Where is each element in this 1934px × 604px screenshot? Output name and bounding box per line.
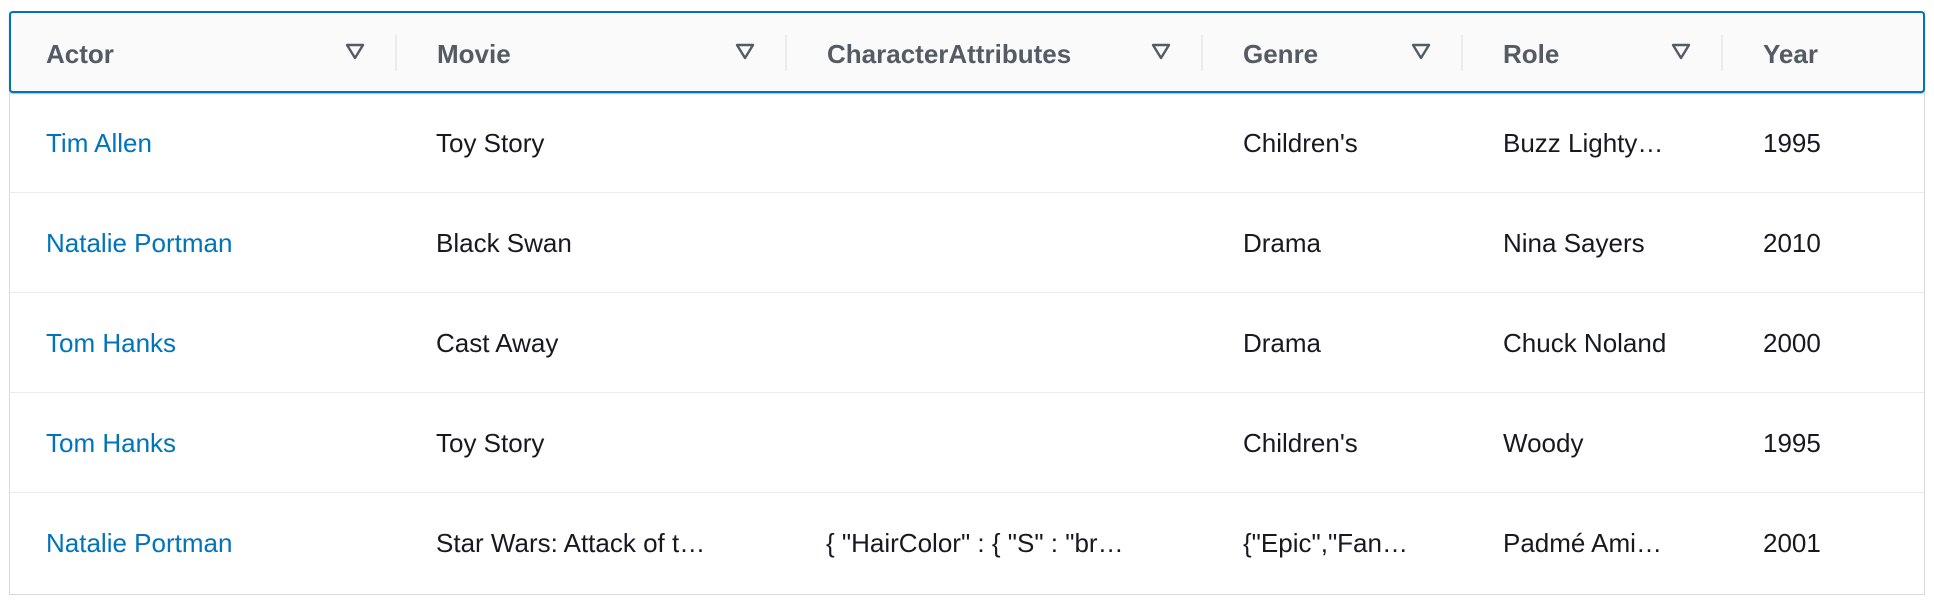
genre-cell: Drama bbox=[1243, 328, 1322, 358]
character-attributes-cell: { "HairColor" : { "S" : "br… bbox=[826, 528, 1124, 558]
actor-link[interactable]: Tim Allen bbox=[46, 93, 406, 193]
actor-link[interactable]: Tom Hanks bbox=[46, 393, 406, 493]
role-cell: Chuck Noland bbox=[1503, 328, 1667, 358]
column-header-label: Actor bbox=[46, 39, 114, 69]
table-row: Natalie Portman Black Swan Drama Nina Sa… bbox=[10, 193, 1924, 293]
role-cell: Woody bbox=[1503, 428, 1584, 458]
column-header-movie[interactable]: Movie bbox=[437, 13, 737, 91]
column-header-label: Genre bbox=[1243, 39, 1319, 69]
column-divider[interactable] bbox=[785, 35, 787, 71]
genre-cell: {"Epic","Fan… bbox=[1243, 528, 1408, 558]
column-header-label: Year bbox=[1763, 39, 1818, 69]
role-cell: Nina Sayers bbox=[1503, 228, 1645, 258]
column-header-label: Movie bbox=[437, 39, 511, 69]
column-header-characterattributes[interactable]: CharacterAttributes bbox=[827, 13, 1147, 91]
filter-triangle-icon[interactable] bbox=[1151, 43, 1171, 61]
movie-cell: Cast Away bbox=[436, 328, 559, 358]
table-row: Tim Allen Toy Story Children's Buzz Ligh… bbox=[10, 93, 1924, 193]
genre-cell: Drama bbox=[1243, 228, 1322, 258]
character-attributes-cell bbox=[826, 393, 1166, 493]
year-cell: 1995 bbox=[1763, 128, 1821, 158]
column-header-actor[interactable]: Actor bbox=[46, 13, 376, 91]
year-cell: 2010 bbox=[1763, 228, 1821, 258]
column-divider[interactable] bbox=[1461, 35, 1463, 71]
filter-triangle-icon[interactable] bbox=[735, 43, 755, 61]
actor-link[interactable]: Natalie Portman bbox=[46, 193, 406, 293]
results-table: Actor Movie CharacterAttributes Genre Ro… bbox=[9, 11, 1925, 595]
filter-triangle-icon[interactable] bbox=[1671, 43, 1691, 61]
actor-link[interactable]: Tom Hanks bbox=[46, 293, 406, 393]
character-attributes-cell bbox=[826, 93, 1166, 193]
table-row: Natalie Portman Star Wars: Attack of t… … bbox=[10, 493, 1924, 593]
column-divider[interactable] bbox=[395, 35, 397, 71]
column-header-label: CharacterAttributes bbox=[827, 39, 1072, 69]
year-cell: 2001 bbox=[1763, 528, 1821, 558]
filter-triangle-icon[interactable] bbox=[345, 43, 365, 61]
filter-triangle-icon[interactable] bbox=[1411, 43, 1431, 61]
column-header-year[interactable]: Year bbox=[1763, 13, 1903, 91]
character-attributes-cell bbox=[826, 293, 1166, 393]
role-cell: Padmé Ami… bbox=[1503, 528, 1662, 558]
table-header: Actor Movie CharacterAttributes Genre Ro… bbox=[9, 11, 1925, 93]
movie-cell: Toy Story bbox=[436, 128, 545, 158]
column-divider[interactable] bbox=[1721, 35, 1723, 71]
movie-cell: Black Swan bbox=[436, 228, 572, 258]
table-row: Tom Hanks Cast Away Drama Chuck Noland 2… bbox=[10, 293, 1924, 393]
actor-link[interactable]: Natalie Portman bbox=[46, 493, 406, 593]
movie-cell: Toy Story bbox=[436, 428, 545, 458]
movie-cell: Star Wars: Attack of t… bbox=[436, 528, 706, 558]
genre-cell: Children's bbox=[1243, 428, 1358, 458]
column-header-label: Role bbox=[1503, 39, 1560, 69]
role-cell: Buzz Lighty… bbox=[1503, 128, 1664, 158]
year-cell: 2000 bbox=[1763, 328, 1821, 358]
table-row: Tom Hanks Toy Story Children's Woody 199… bbox=[10, 393, 1924, 493]
column-divider[interactable] bbox=[1201, 35, 1203, 71]
character-attributes-cell bbox=[826, 193, 1166, 293]
genre-cell: Children's bbox=[1243, 128, 1358, 158]
year-cell: 1995 bbox=[1763, 428, 1821, 458]
